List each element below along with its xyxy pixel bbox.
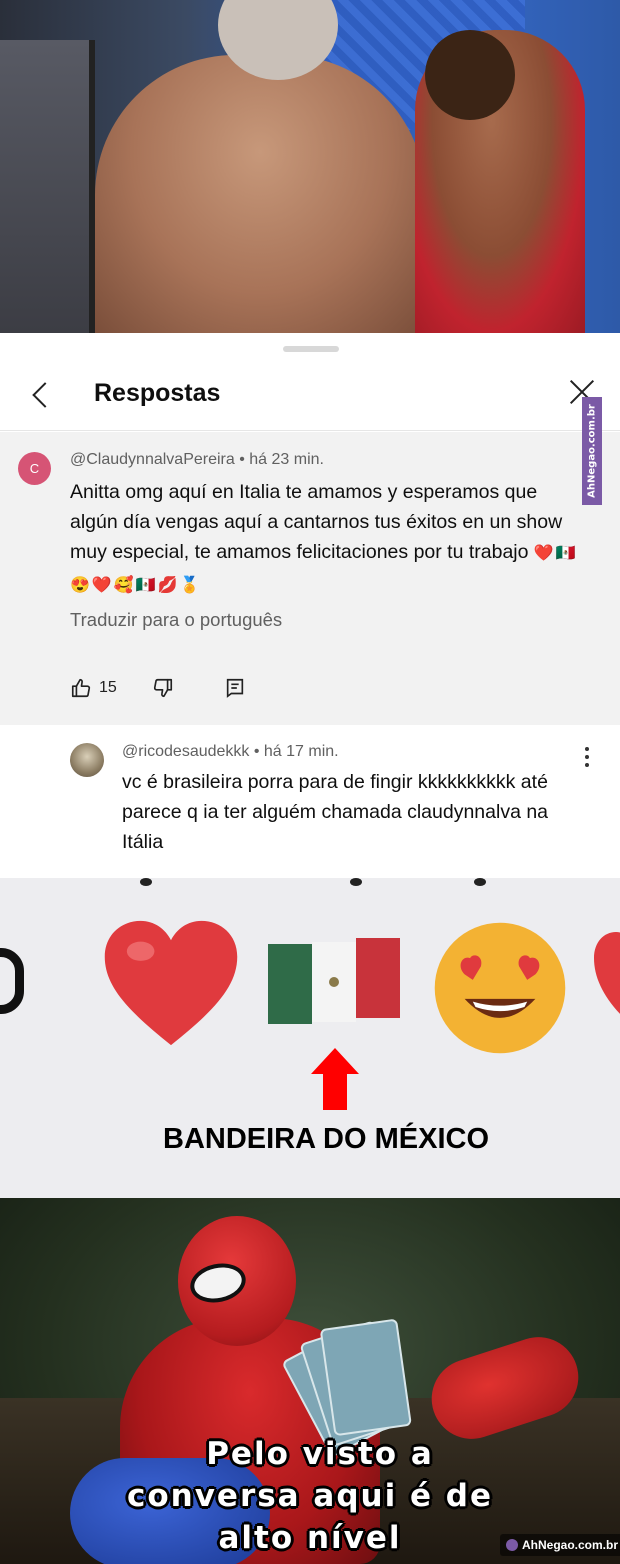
watermark-badge: AhNegao.com.br [500, 1534, 620, 1556]
dot-icon [585, 755, 589, 759]
reply-text: vc é brasileira porra para de fingir kkk… [122, 771, 549, 853]
dot-icon [585, 747, 589, 751]
mexico-flag-icon [268, 938, 400, 1024]
zoomed-emoji-panel: BANDEIRA DO MÉXICO [0, 878, 620, 1198]
like-count: 15 [99, 679, 117, 696]
mirror [0, 40, 95, 333]
man-back [95, 55, 425, 333]
comment-text: Anitta omg aquí en Italia te amamos y es… [70, 481, 563, 563]
back-button[interactable] [24, 377, 58, 411]
meme-caption-line: Pelo visto a [206, 1436, 434, 1472]
comment-text-block: Anitta omg aquí en Italia te amamos y es… [70, 477, 580, 601]
heart-eyes-emoji-icon [434, 922, 566, 1054]
avatar[interactable]: C [18, 452, 51, 485]
thumbs-up-icon [71, 678, 91, 698]
main-comment: C @ClaudynnalvaPereira • há 23 min. Anit… [0, 432, 620, 725]
sheet-header: Respostas [0, 363, 620, 431]
page-title: Respostas [94, 379, 221, 407]
speck [140, 878, 152, 886]
card [319, 1318, 412, 1437]
drag-handle[interactable] [283, 346, 339, 352]
like-button[interactable]: 15 [70, 677, 130, 703]
zoom-caption: BANDEIRA DO MÉXICO [163, 1123, 489, 1155]
speck [350, 878, 362, 886]
reply-meta: @ricodesaudekkk • há 17 min. [122, 743, 339, 760]
avatar[interactable] [70, 743, 104, 777]
heart-icon [104, 920, 238, 1046]
thumbs-down-icon [153, 678, 173, 698]
watermark-badge: AhNegao.com.br [582, 397, 602, 505]
comment-meta: @ClaudynnalvaPereira • há 23 min. [70, 451, 324, 468]
partial-emoji [0, 948, 24, 1014]
reply-button[interactable] [224, 677, 248, 703]
woman-hair [425, 30, 515, 120]
reply-icon [226, 678, 244, 698]
speck [474, 878, 486, 886]
header-photo [0, 0, 620, 333]
reply-comment: @ricodesaudekkk • há 17 min. vc é brasil… [0, 727, 620, 878]
dislike-button[interactable] [152, 677, 178, 703]
dot-icon [585, 763, 589, 767]
arrow-up-icon [311, 1048, 359, 1110]
replies-sheet: Respostas C @ClaudynnalvaPereira • há 23… [0, 333, 620, 878]
reaction-meme: Pelo visto a conversa aqui é de alto nív… [0, 1198, 620, 1564]
heart-icon [594, 932, 620, 1014]
translate-link[interactable]: Traduzir para o português [70, 609, 282, 631]
meme-caption-line: conversa aqui é de [126, 1478, 494, 1514]
more-options-button[interactable] [580, 745, 594, 769]
